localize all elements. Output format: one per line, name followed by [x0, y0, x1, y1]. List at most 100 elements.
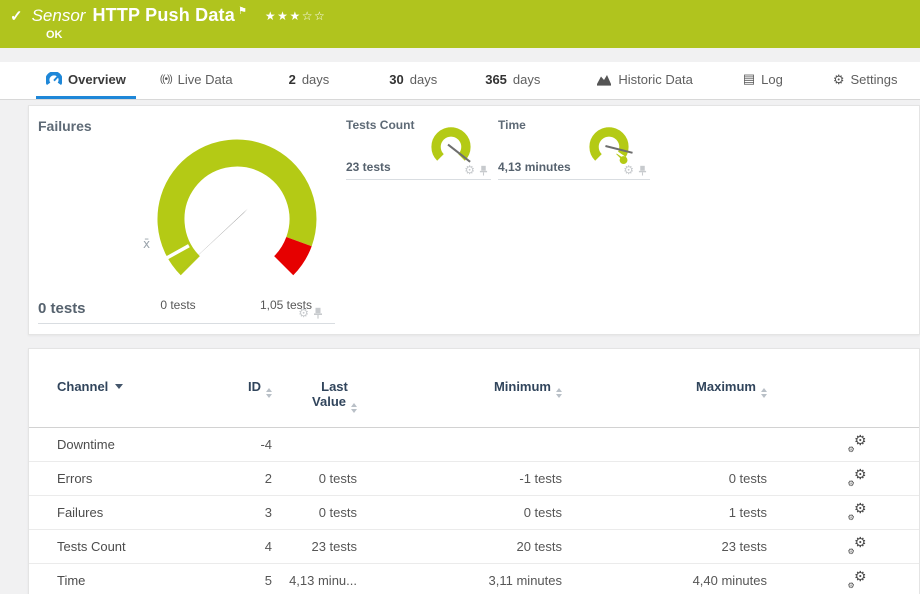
gauges-card: Failures x̄ 0 tests 1,05 tests 0 tests ⚙… — [28, 105, 920, 335]
tab-log[interactable]: ▤ Log — [733, 62, 793, 99]
gauge-icon — [46, 72, 62, 87]
tab-label: Historic Data — [618, 72, 692, 87]
panel-actions: ⚙ — [623, 164, 647, 176]
channels-table-card: Channel ID Last Value Minimum Maximum Do… — [28, 348, 920, 594]
tab-label: Live Data — [178, 72, 233, 87]
tab-settings[interactable]: ⚙ Settings — [823, 62, 908, 99]
tab-label: Log — [761, 72, 783, 87]
channel-id: 3 — [227, 505, 272, 520]
pin-icon[interactable] — [638, 165, 647, 176]
pin-icon[interactable] — [313, 307, 323, 319]
sort-icon — [351, 403, 357, 413]
sort-icon — [266, 388, 272, 398]
current-value: 23 tests — [346, 160, 391, 174]
log-icon: ▤ — [743, 71, 755, 87]
max-value: 23 tests — [562, 539, 767, 554]
priority-flag-icon[interactable]: ⚑ — [238, 6, 247, 17]
table-row-tests-count[interactable]: Tests Count 4 23 tests 20 tests 23 tests… — [29, 530, 919, 564]
prtg-sensor-page: ✓ Sensor HTTP Push Data ⚑ ★★★☆☆ OK Overv… — [0, 0, 920, 594]
column-label: ID — [248, 379, 261, 394]
table-header-row: Channel ID Last Value Minimum Maximum — [29, 349, 919, 428]
tab-label: days — [513, 72, 540, 87]
channel-name: Downtime — [57, 437, 227, 452]
current-value: 0 tests — [38, 300, 86, 317]
table-row-time[interactable]: Time 5 4,13 minu... 3,11 minutes 4,40 mi… — [29, 564, 919, 594]
column-header-last-value[interactable]: Last Value — [312, 379, 357, 413]
panel-title: Tests Count — [346, 118, 414, 132]
tab-2-days[interactable]: 2 days — [279, 62, 340, 99]
tab-label: days — [302, 72, 329, 87]
failures-gauge: x̄ — [137, 124, 337, 324]
gauge-arc — [436, 132, 466, 158]
tab-number: 30 — [389, 72, 403, 87]
ok-check-icon: ✓ — [10, 7, 23, 25]
rating-stars[interactable]: ★★★☆☆ — [265, 9, 326, 23]
channel-settings-icon[interactable]: ⚙⚙ — [848, 573, 867, 589]
tab-live-data[interactable]: ((•)) Live Data — [150, 62, 243, 99]
last-value: 0 tests — [272, 505, 357, 520]
column-header-id[interactable]: ID — [227, 379, 272, 398]
tab-30-days[interactable]: 30 days — [379, 62, 447, 99]
column-label: Value — [312, 394, 346, 409]
live-data-icon: ((•)) — [160, 74, 172, 85]
channel-name: Time — [57, 573, 227, 588]
last-value: 0 tests — [272, 471, 357, 486]
time-gauge-panel: Time 4,13 minutes ⚙ — [498, 114, 650, 180]
failures-gauge-panel: Failures x̄ 0 tests 1,05 tests 0 tests ⚙ — [38, 114, 335, 324]
min-value: -1 tests — [357, 471, 562, 486]
pin-icon[interactable] — [479, 165, 488, 176]
current-value: 4,13 minutes — [498, 160, 571, 174]
sensor-header: ✓ Sensor HTTP Push Data ⚑ ★★★☆☆ OK — [0, 0, 920, 48]
scale-min-label: 0 tests — [160, 298, 195, 312]
channel-id: -4 — [227, 437, 272, 452]
min-value: 0 tests — [357, 505, 562, 520]
channel-id: 5 — [227, 573, 272, 588]
table-row-failures[interactable]: Failures 3 0 tests 0 tests 1 tests ⚙⚙ — [29, 496, 919, 530]
tab-historic-data[interactable]: Historic Data — [586, 62, 702, 99]
channel-name: Tests Count — [57, 539, 227, 554]
column-header-channel[interactable]: Channel — [57, 379, 227, 394]
sensor-title-row: ✓ Sensor HTTP Push Data ⚑ ★★★☆☆ — [10, 5, 326, 26]
tab-number: 2 — [289, 72, 296, 87]
tab-365-days[interactable]: 365 days — [475, 62, 550, 99]
tests-count-gauge-panel: Tests Count 23 tests ⚙ — [346, 114, 491, 180]
sensor-kind-label: Sensor — [32, 6, 86, 26]
min-value: 3,11 minutes — [357, 573, 562, 588]
sensor-title: HTTP Push Data — [92, 5, 235, 26]
panel-actions: ⚙ — [464, 164, 488, 176]
tab-label: Overview — [68, 72, 126, 87]
tab-bar: Overview ((•)) Live Data 2 days 30 days … — [0, 62, 920, 100]
tab-label: Settings — [850, 72, 897, 87]
table-row-errors[interactable]: Errors 2 0 tests -1 tests 0 tests ⚙⚙ — [29, 462, 919, 496]
sensor-status-badge: OK — [46, 29, 63, 41]
column-header-minimum[interactable]: Minimum — [357, 379, 562, 398]
gauge-settings-icon[interactable]: ⚙ — [464, 164, 475, 176]
channel-name: Errors — [57, 471, 227, 486]
column-label: Last — [312, 379, 357, 394]
sort-caret-icon — [115, 384, 123, 389]
column-label: Maximum — [696, 379, 756, 394]
last-value: 23 tests — [272, 539, 357, 554]
channel-name: Failures — [57, 505, 227, 520]
gauge-settings-icon[interactable]: ⚙ — [298, 307, 309, 319]
tab-number: 365 — [485, 72, 507, 87]
channel-id: 4 — [227, 539, 272, 554]
tab-overview[interactable]: Overview — [36, 62, 136, 99]
channel-settings-icon[interactable]: ⚙⚙ — [848, 471, 867, 487]
gauge-settings-icon[interactable]: ⚙ — [623, 164, 634, 176]
channel-settings-icon[interactable]: ⚙⚙ — [848, 539, 867, 555]
max-value: 1 tests — [562, 505, 767, 520]
channel-id: 2 — [227, 471, 272, 486]
gauge-error-zone — [284, 242, 299, 266]
channel-settings-icon[interactable]: ⚙⚙ — [848, 505, 867, 521]
column-header-maximum[interactable]: Maximum — [562, 379, 767, 398]
panel-title: Failures — [38, 118, 92, 134]
table-row-downtime[interactable]: Downtime -4 ⚙⚙ — [29, 428, 919, 462]
channel-settings-icon[interactable]: ⚙⚙ — [848, 437, 867, 453]
column-label: Minimum — [494, 379, 551, 394]
panel-title: Time — [498, 118, 526, 132]
min-value: 20 tests — [357, 539, 562, 554]
last-value: 4,13 minu... — [272, 573, 357, 588]
column-label: Channel — [57, 379, 108, 394]
max-value: 4,40 minutes — [562, 573, 767, 588]
